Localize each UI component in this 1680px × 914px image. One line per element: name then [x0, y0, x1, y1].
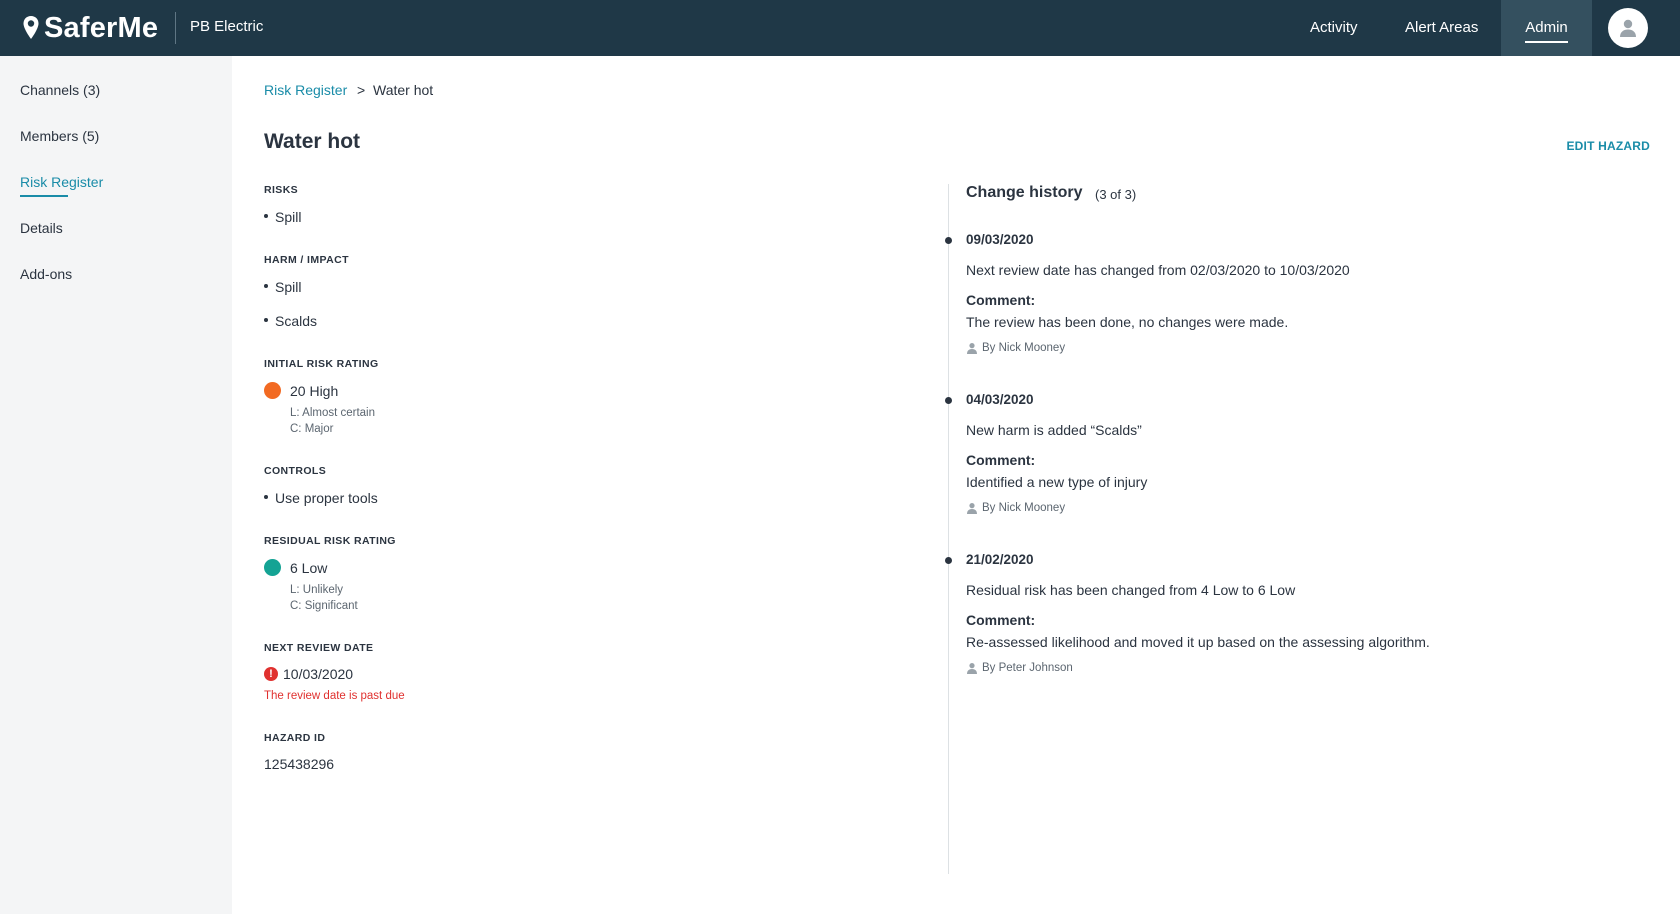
harm-impact-label: HARM / IMPACT: [264, 254, 349, 266]
harm-item: Scalds: [264, 313, 317, 329]
initial-risk-label: INITIAL RISK RATING: [264, 358, 379, 370]
page-title: Water hot: [264, 130, 361, 153]
history-date: 09/03/2020: [966, 232, 1034, 247]
history-comment-label: Comment:: [966, 612, 1036, 628]
initial-likelihood: L: Almost certain: [290, 407, 376, 419]
nav-admin-label: Admin: [1525, 19, 1568, 36]
history-date: 04/03/2020: [966, 392, 1034, 407]
timeline-dot: [945, 397, 952, 404]
sidebar-item-members[interactable]: Members (5): [20, 128, 99, 144]
history-comment-label: Comment:: [966, 292, 1036, 308]
next-review-date: ! 10/03/2020: [264, 666, 353, 682]
residual-consequence: C: Significant: [290, 600, 358, 612]
breadcrumb-separator: >: [357, 82, 366, 98]
initial-risk-value: 20 High: [290, 382, 339, 399]
initial-risk-rating: 20 High: [264, 382, 338, 399]
hazard-id-value: 125438296: [264, 756, 335, 772]
change-history-title: Change history: [966, 184, 1083, 201]
history-comment: Re-assessed likelihood and moved it up b…: [966, 634, 1430, 650]
sidebar: Channels (3) Members (5) Risk Register D…: [0, 56, 232, 914]
sidebar-item-risk-register[interactable]: Risk Register: [20, 174, 104, 197]
history-timeline-line: [948, 184, 949, 874]
history-author: By Peter Johnson: [966, 662, 1073, 674]
person-icon: [967, 503, 977, 514]
review-date-value: 10/03/2020: [283, 666, 354, 682]
history-change-text: Next review date has changed from 02/03/…: [966, 262, 1350, 278]
active-indicator: [20, 195, 68, 197]
risks-label: RISKS: [264, 184, 299, 196]
sidebar-item-add-ons[interactable]: Add-ons: [20, 266, 72, 282]
breadcrumb-current: Water hot: [373, 82, 434, 98]
nav-alert-areas[interactable]: Alert Areas: [1405, 0, 1478, 56]
history-author-name: By Nick Mooney: [982, 342, 1066, 354]
residual-likelihood: L: Unlikely: [290, 584, 344, 596]
history-change-text: Residual risk has been changed from 4 Lo…: [966, 582, 1296, 598]
history-change-text: New harm is added “Scalds”: [966, 422, 1142, 438]
history-comment-label: Comment:: [966, 452, 1036, 468]
history-author: By Nick Mooney: [966, 502, 1065, 514]
history-author: By Nick Mooney: [966, 342, 1065, 354]
residual-risk-value: 6 Low: [290, 559, 328, 576]
history-author-name: By Peter Johnson: [982, 662, 1073, 674]
initial-consequence: C: Major: [290, 423, 334, 435]
timeline-dot: [945, 557, 952, 564]
user-avatar[interactable]: [1608, 8, 1648, 48]
history-comment: The review has been done, no changes wer…: [966, 314, 1289, 330]
person-icon: [967, 663, 977, 674]
history-date: 21/02/2020: [966, 552, 1034, 567]
sidebar-item-label: Risk Register: [20, 174, 104, 190]
high-risk-dot: [264, 382, 281, 399]
next-review-label: NEXT REVIEW DATE: [264, 642, 374, 654]
brand-logo[interactable]: SaferMe: [22, 11, 158, 45]
sidebar-item-channels[interactable]: Channels (3): [20, 82, 100, 98]
nav-activity[interactable]: Activity: [1310, 0, 1358, 56]
brand-divider: [175, 12, 176, 44]
logo-text: SaferMe: [44, 11, 159, 44]
top-bar: SaferMe PB Electric Activity Alert Areas…: [0, 0, 1680, 56]
edit-hazard-button[interactable]: EDIT HAZARD: [1566, 139, 1650, 153]
map-pin-icon: [23, 16, 39, 39]
timeline-dot: [945, 237, 952, 244]
nav-admin[interactable]: Admin: [1501, 0, 1592, 56]
organization-name: PB Electric: [190, 18, 264, 35]
risk-item: Spill: [264, 209, 301, 225]
history-author-name: By Nick Mooney: [982, 502, 1066, 514]
history-comment: Identified a new type of injury: [966, 474, 1148, 490]
nav-admin-underline: [1525, 41, 1568, 43]
person-icon: [967, 343, 977, 354]
residual-risk-rating: 6 Low: [264, 559, 327, 576]
low-risk-dot: [264, 559, 281, 576]
sidebar-item-details[interactable]: Details: [20, 220, 63, 236]
residual-risk-label: RESIDUAL RISK RATING: [264, 535, 396, 547]
harm-item: Spill: [264, 279, 301, 295]
user-icon: [1620, 19, 1636, 37]
review-past-due-warning: The review date is past due: [264, 690, 405, 702]
warning-icon: !: [264, 667, 278, 681]
control-item: Use proper tools: [264, 490, 378, 506]
controls-label: CONTROLS: [264, 465, 327, 477]
change-history-count: (3 of 3): [1095, 187, 1137, 202]
hazard-id-label: HAZARD ID: [264, 732, 326, 744]
breadcrumb-risk-register[interactable]: Risk Register: [264, 82, 347, 98]
